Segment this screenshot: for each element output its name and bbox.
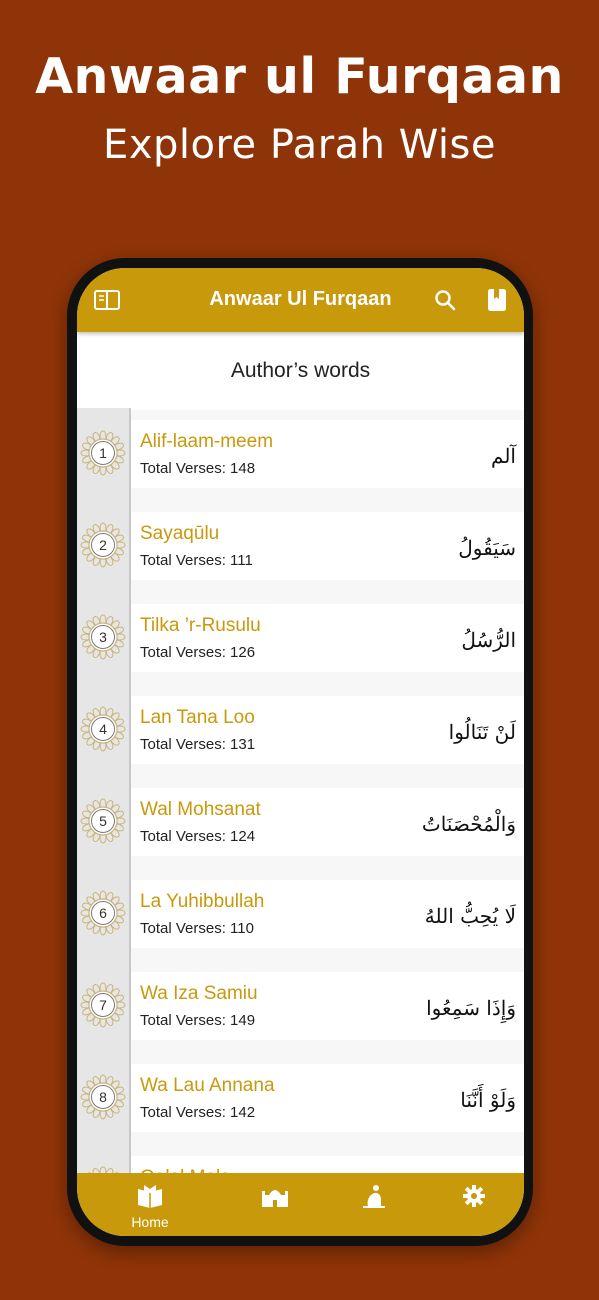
app-screen: Anwaar Ul Furqaan Author’s words 1 Alif-l… <box>77 268 524 1236</box>
parah-total-verses: Total Verses: 124 <box>140 828 256 845</box>
parah-list[interactable]: 1 Alif-laam-meem Total Verses: 148 آلم 2 Saya… <box>77 408 524 1173</box>
promo-subtitle: Explore Parah Wise <box>103 122 496 168</box>
parah-name: Lan Tana Loo <box>140 707 255 728</box>
parah-number-medallion-icon: 4 <box>80 706 126 752</box>
parah-arabic-title: وَالْمُحْصَنَاتُ <box>421 812 516 836</box>
parah-total-verses: Total Verses: 111 <box>140 552 253 569</box>
parah-name: Wa Iza Samiu <box>140 983 258 1004</box>
parah-row[interactable]: 9Qalal Mala <box>77 1144 524 1173</box>
parah-number: 6 <box>99 905 107 921</box>
parah-number: 2 <box>99 537 107 553</box>
parah-name: La Yuhibbullah <box>140 891 265 912</box>
parah-number-medallion-icon: 6 <box>80 890 126 936</box>
bookmark-icon[interactable] <box>483 288 511 312</box>
parah-number: 3 <box>99 629 107 645</box>
parah-total-verses: Total Verses: 149 <box>140 1012 256 1029</box>
parah-row[interactable]: 4 Lan Tana Loo Total Verses: 131 لَنْ تَنَا… <box>77 684 524 776</box>
parah-row[interactable]: 2 Sayaqūlu Total Verses: 111 سَيَقُولُ <box>77 500 524 592</box>
nav-settings[interactable] <box>444 1183 504 1214</box>
parah-name: Wa Lau Annana <box>140 1075 275 1096</box>
parah-row[interactable]: 7 Wa Iza Samiu Total Verses: 149 وَإِذَا سَ… <box>77 960 524 1052</box>
parah-number-medallion-icon: 8 <box>80 1074 126 1120</box>
parah-row[interactable]: 1 Alif-laam-meem Total Verses: 148 آلم <box>77 408 524 500</box>
parah-total-verses: Total Verses: 148 <box>140 460 256 477</box>
search-icon[interactable] <box>432 288 460 312</box>
nav-home-label: Home <box>131 1214 169 1230</box>
promo-title: Anwaar ul Furqaan <box>35 48 564 105</box>
parah-number-medallion-icon: 9 <box>80 1166 126 1173</box>
parah-number: 8 <box>99 1089 107 1105</box>
parah-arabic-title: لَنْ تَنَالُوا <box>448 720 516 744</box>
parah-row[interactable]: 3 Tilka ’r-Rusulu Total Verses: 126 الرُّسُ… <box>77 592 524 684</box>
parah-number-medallion-icon: 3 <box>80 614 126 660</box>
parah-total-verses: Total Verses: 110 <box>140 920 254 937</box>
parah-total-verses: Total Verses: 142 <box>140 1104 256 1121</box>
parah-number-medallion-icon: 5 <box>80 798 126 844</box>
parah-number-medallion-icon: 2 <box>80 522 126 568</box>
nav-mosque[interactable] <box>245 1183 305 1214</box>
parah-number: 7 <box>99 997 107 1013</box>
parah-number-medallion-icon: 7 <box>80 982 126 1028</box>
parah-row[interactable]: 6 La Yuhibbullah Total Verses: 110 لَا يُحِ… <box>77 868 524 960</box>
parah-number: 4 <box>99 721 107 737</box>
nav-prayer[interactable] <box>344 1183 404 1214</box>
quran-book-icon <box>138 1185 162 1208</box>
parah-arabic-title: سَيَقُولُ <box>458 536 516 560</box>
parah-name: Wal Mohsanat <box>140 799 261 820</box>
parah-number: 9 <box>80 1166 126 1173</box>
parah-total-verses: Total Verses: 131 <box>140 736 256 753</box>
parah-number: 1 <box>99 445 107 461</box>
parah-name: Tilka ’r-Rusulu <box>140 615 261 636</box>
bottom-navigation: Home <box>77 1173 524 1236</box>
parah-total-verses: Total Verses: 126 <box>140 644 256 661</box>
settings-gear-icon <box>463 1185 485 1207</box>
parah-arabic-title: آلم <box>491 444 516 468</box>
parah-name: Sayaqūlu <box>140 523 220 544</box>
parah-arabic-title: لَا يُحِبُّ اللهُ <box>424 904 516 928</box>
parah-arabic-title: وَإِذَا سَمِعُوا <box>426 996 516 1020</box>
parah-arabic-title: الرُّسُلُ <box>461 628 516 652</box>
parah-row[interactable]: 8 Wa Lau Annana Total Verses: 142 وَلَوْ أَ… <box>77 1052 524 1144</box>
parah-number-medallion-icon: 1 <box>80 430 126 476</box>
prayer-icon <box>363 1185 385 1208</box>
parah-name: Alif-laam-meem <box>140 431 274 452</box>
mosque-icon <box>262 1190 288 1207</box>
app-bar: Anwaar Ul Furqaan <box>77 268 524 332</box>
nav-home[interactable]: Home <box>120 1183 180 1230</box>
authors-words-button[interactable]: Author’s words <box>77 332 524 410</box>
parah-row[interactable]: 5 Wal Mohsanat Total Verses: 124 وَالْمُحْص… <box>77 776 524 868</box>
parah-number: 5 <box>99 813 107 829</box>
parah-arabic-title: وَلَوْ أَنَّنَا <box>460 1088 516 1112</box>
